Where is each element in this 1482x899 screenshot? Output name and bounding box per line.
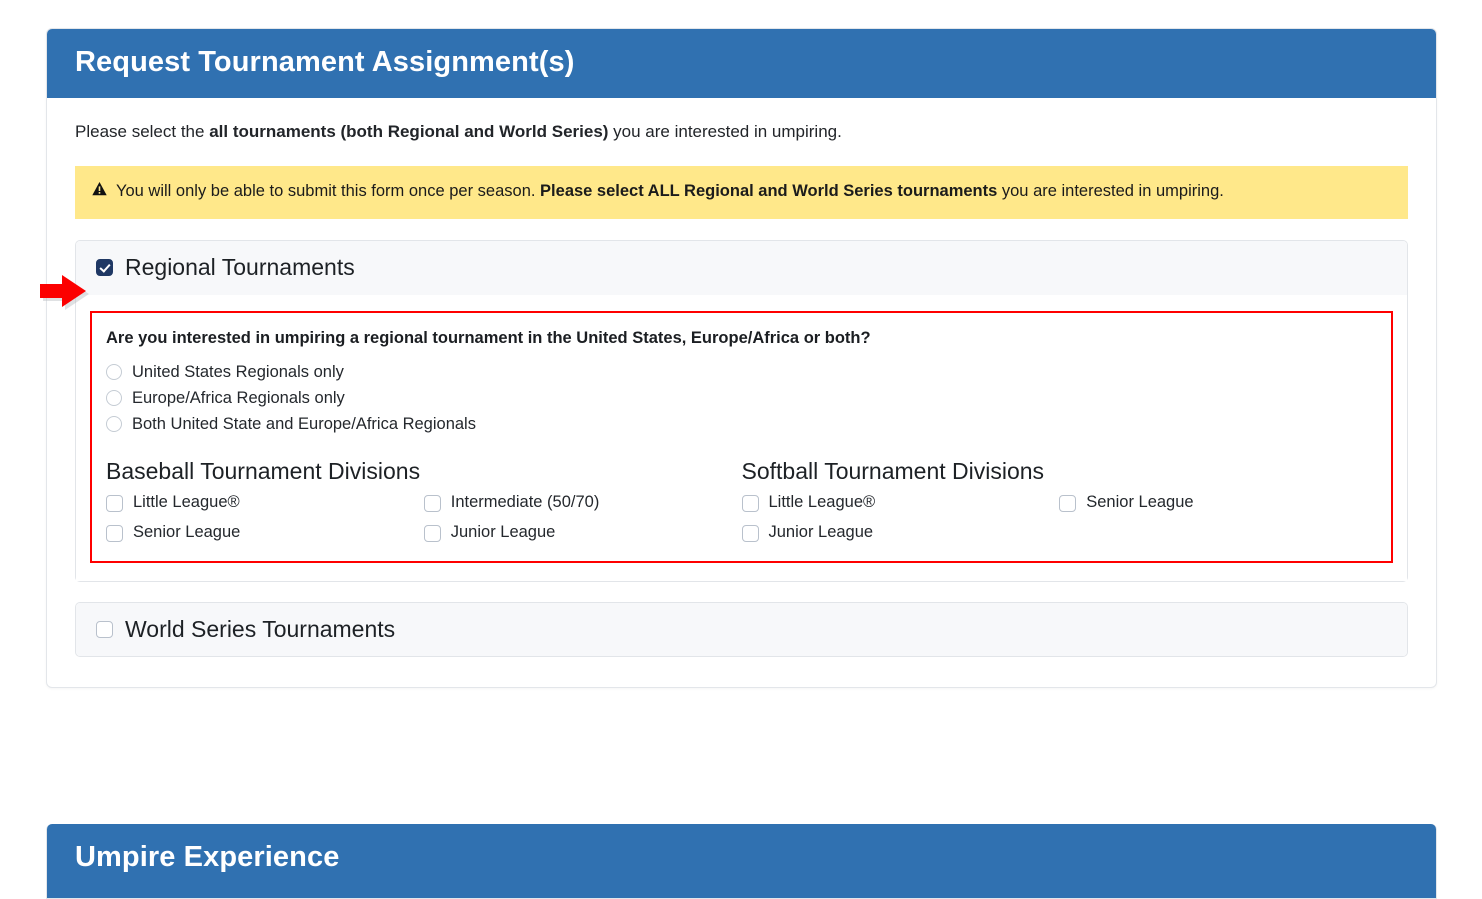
card-header: Request Tournament Assignment(s) — [47, 29, 1436, 99]
radio-label-europe-africa-regionals-only: Europe/Africa Regionals only — [132, 388, 345, 407]
softball-divisions-column: Softball Tournament Divisions Little Lea… — [741, 457, 1378, 543]
warning-triangle-icon — [91, 181, 108, 204]
radio-option-us-regionals-only[interactable]: United States Regionals only — [106, 360, 1377, 386]
intro-text-after: you are interested in umpiring. — [608, 122, 842, 142]
section-regional-tournaments: Regional Tournaments Are you interested … — [75, 240, 1408, 582]
radio-icon-us-regionals-only[interactable] — [106, 364, 122, 381]
highlighted-region: Are you interested in umpiring a regiona… — [90, 310, 1393, 563]
division-columns: Baseball Tournament Divisions Little Lea… — [106, 458, 1377, 543]
checkbox-softball-junior-league[interactable]: Junior League — [741, 523, 1060, 543]
request-tournament-assignments-card: Request Tournament Assignment(s) Please … — [46, 28, 1437, 689]
world-series-tournaments-checkbox[interactable] — [96, 620, 113, 638]
checkbox-label-baseball-intermediate: Intermediate (50/70) — [450, 493, 600, 512]
checkbox-icon-softball-little-league[interactable] — [741, 494, 759, 512]
checkbox-softball-senior-league[interactable]: Senior League — [1059, 493, 1377, 513]
checkbox-baseball-little-league[interactable]: Little League® — [106, 493, 424, 513]
checkbox-label-softball-little-league: Little League® — [768, 493, 876, 512]
intro-text-before: Please select the — [75, 122, 210, 142]
intro-text: Please select the all tournaments (both … — [75, 120, 1408, 145]
checkbox-label-baseball-junior-league: Junior League — [450, 523, 556, 542]
checkbox-icon-softball-senior-league[interactable] — [1059, 494, 1077, 512]
checkbox-baseball-intermediate[interactable]: Intermediate (50/70) — [423, 493, 742, 513]
warning-banner-text: You will only be able to submit this for… — [116, 180, 1224, 203]
checkbox-icon-baseball-intermediate[interactable] — [423, 494, 441, 512]
baseball-divisions-column: Baseball Tournament Divisions Little Lea… — [106, 458, 742, 543]
regional-tournaments-checkbox[interactable] — [96, 258, 113, 276]
checkbox-label-baseball-senior-league: Senior League — [133, 523, 241, 542]
radio-label-us-regionals-only: United States Regionals only — [132, 362, 344, 381]
section-world-series-tournaments: World Series Tournaments — [75, 601, 1408, 658]
softball-divisions-heading: Softball Tournament Divisions — [741, 457, 1045, 484]
radio-option-europe-africa-regionals-only[interactable]: Europe/Africa Regionals only — [106, 386, 1377, 412]
checkbox-icon-baseball-little-league[interactable] — [106, 494, 123, 512]
checkbox-softball-little-league[interactable]: Little League® — [741, 493, 1060, 513]
checkbox-label-baseball-little-league: Little League® — [133, 493, 240, 512]
umpire-experience-card-header: Umpire Experience — [47, 824, 1436, 899]
section-header-world-series-tournaments[interactable]: World Series Tournaments — [76, 602, 1407, 657]
section-header-regional-tournaments[interactable]: Regional Tournaments — [76, 241, 1407, 295]
section-title-world-series-tournaments: World Series Tournaments — [125, 615, 396, 642]
radio-icon-europe-africa-regionals-only[interactable] — [106, 390, 122, 407]
checkbox-label-softball-junior-league: Junior League — [768, 523, 874, 542]
radio-label-both-regionals: Both United State and Europe/Africa Regi… — [132, 414, 476, 433]
umpire-experience-card: Umpire Experience — [46, 824, 1437, 899]
baseball-divisions-options: Little League® Intermediate (50/70) Seni… — [106, 493, 742, 543]
intro-text-bold: all tournaments (both Regional and World… — [209, 122, 609, 142]
checkbox-label-softball-senior-league: Senior League — [1086, 493, 1194, 512]
checkbox-baseball-senior-league[interactable]: Senior League — [106, 523, 424, 543]
warning-text-bold: Please select ALL Regional and World Ser… — [540, 181, 998, 200]
checkbox-icon-baseball-senior-league[interactable] — [106, 524, 123, 542]
warning-text-before: You will only be able to submit this for… — [116, 181, 541, 200]
card-body: Please select the all tournaments (both … — [47, 98, 1436, 687]
warning-banner: You will only be able to submit this for… — [75, 165, 1408, 220]
checkbox-icon-softball-junior-league[interactable] — [741, 524, 759, 542]
section-title-regional-tournaments: Regional Tournaments — [125, 254, 355, 281]
checkbox-baseball-junior-league[interactable]: Junior League — [423, 523, 742, 543]
radio-icon-both-regionals[interactable] — [106, 416, 122, 433]
section-body-regional-tournaments: Are you interested in umpiring a regiona… — [76, 294, 1407, 581]
umpire-experience-title: Umpire Experience — [75, 841, 340, 873]
regional-location-question: Are you interested in umpiring a regiona… — [106, 328, 871, 347]
warning-text-after: you are interested in umpiring. — [997, 181, 1224, 200]
baseball-divisions-heading: Baseball Tournament Divisions — [106, 457, 421, 484]
radio-option-both-regionals[interactable]: Both United State and Europe/Africa Regi… — [106, 412, 1377, 438]
page-title: Request Tournament Assignment(s) — [75, 46, 575, 78]
checkbox-icon-baseball-junior-league[interactable] — [423, 524, 441, 542]
softball-divisions-options: Little League® Senior League Junior Leag… — [741, 493, 1378, 543]
